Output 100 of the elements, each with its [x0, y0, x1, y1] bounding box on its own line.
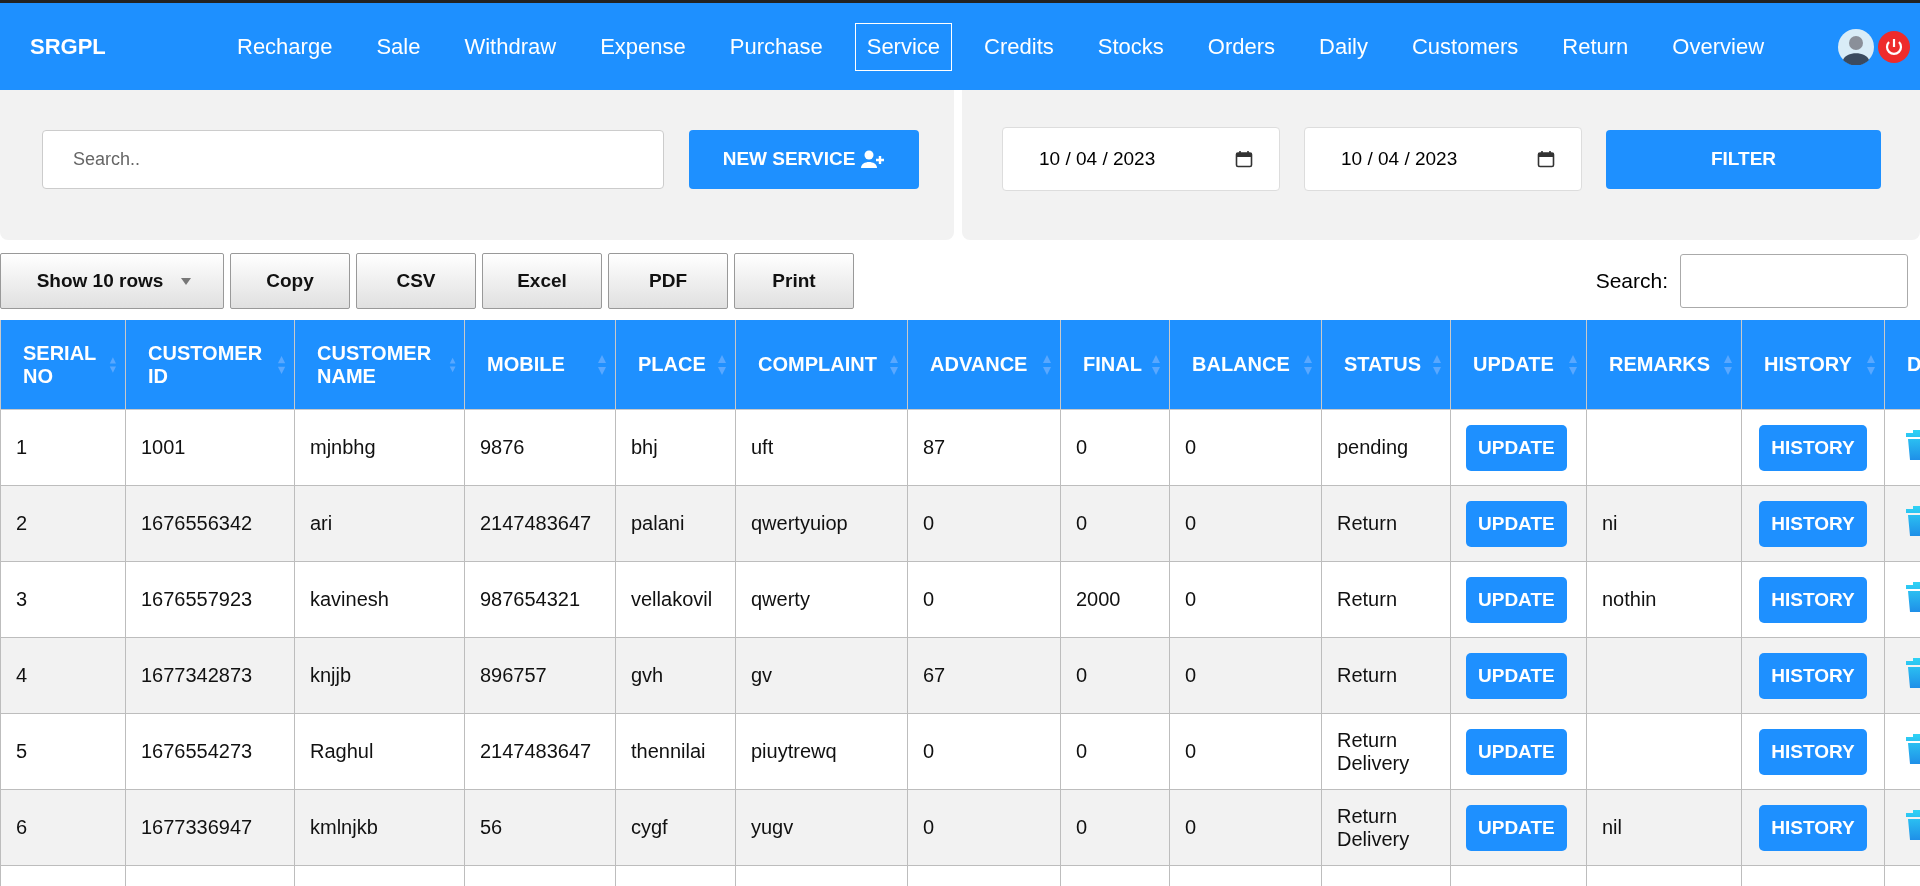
table-cell: 3 [0, 561, 126, 638]
nav-link[interactable]: Credits [972, 22, 1066, 71]
table-cell: Return [1321, 485, 1451, 562]
table-cell: palani [615, 485, 736, 562]
column-header[interactable]: REMARKS [1609, 353, 1711, 376]
table-cell: 1677336947 [125, 789, 295, 866]
nav-link[interactable]: Customers [1399, 22, 1531, 71]
table-cell: Return Delivery [1321, 789, 1451, 866]
table-cell: ari [294, 485, 465, 562]
export-button[interactable]: CSV [356, 253, 476, 309]
column-header[interactable]: MOBILE [487, 353, 565, 376]
table-cell: 4 [0, 637, 126, 714]
nav-link[interactable]: Recharge [225, 22, 345, 71]
table-cell: qwertyuiop [735, 485, 908, 562]
update-button[interactable]: UPDATE [1466, 500, 1567, 547]
table-cell: thennilai [615, 713, 736, 790]
nav-link[interactable]: Service [854, 22, 953, 71]
search-field[interactable]: Search.. [42, 129, 664, 189]
nav-link[interactable]: Overview [1660, 22, 1777, 71]
nav-link[interactable]: Expense [588, 22, 698, 71]
new-service-button[interactable]: NEW SERVICE [689, 129, 919, 189]
history-button[interactable]: HISTORY [1759, 804, 1867, 851]
date-field[interactable]: 10 / 04 / 2023 [1304, 127, 1582, 191]
history-button[interactable]: HISTORY [1759, 652, 1867, 699]
sort-icon[interactable] [1432, 353, 1442, 376]
user-plus-icon [861, 150, 886, 168]
sort-icon[interactable] [597, 353, 607, 376]
history-button[interactable]: HISTORY [1759, 728, 1867, 775]
update-button[interactable]: UPDATE [1466, 728, 1567, 775]
table-cell: 0 [907, 561, 1061, 638]
column-header[interactable]: BALANCE [1192, 353, 1290, 376]
calendar-icon[interactable] [1537, 150, 1555, 168]
history-button[interactable]: HISTORY [1759, 424, 1867, 471]
table-cell: qwerty [735, 561, 908, 638]
avatar-icon[interactable] [1838, 28, 1874, 65]
table-cell: 87 [907, 409, 1061, 486]
nav-link[interactable]: Sale [364, 22, 433, 71]
export-button[interactable]: Print [734, 253, 854, 309]
nav-link[interactable]: Return [1550, 22, 1641, 71]
table-cell: 0 [907, 713, 1061, 790]
sort-icon[interactable] [276, 353, 286, 376]
filter-button[interactable]: FILTER [1606, 129, 1881, 189]
table-cell: Return [1321, 561, 1451, 638]
column-header[interactable]: FINAL [1083, 353, 1142, 376]
table-cell: 0 [1060, 789, 1170, 866]
table-cell: piuytrewq [735, 713, 908, 790]
column-header[interactable]: PLACE [638, 353, 706, 376]
power-icon[interactable] [1878, 30, 1910, 63]
sort-icon[interactable] [717, 353, 727, 376]
table-cell: uft [735, 409, 908, 486]
table-cell: 0 [1060, 485, 1170, 562]
column-header[interactable]: STATUS [1344, 353, 1422, 376]
sort-icon[interactable] [889, 353, 899, 376]
table-cell: 0 [1169, 713, 1322, 790]
table-cell: 1676557923 [125, 561, 295, 638]
update-button[interactable]: UPDATE [1466, 804, 1567, 851]
update-button[interactable]: UPDATE [1466, 652, 1567, 699]
calendar-icon[interactable] [1235, 150, 1253, 168]
sort-icon[interactable] [1151, 353, 1161, 376]
sort-icon[interactable] [1303, 353, 1313, 376]
table-cell: 0 [1169, 409, 1322, 486]
column-header[interactable]: ADVANCE [930, 353, 1028, 376]
update-button[interactable]: UPDATE [1466, 424, 1567, 471]
update-button[interactable]: UPDATE [1466, 576, 1567, 623]
brand-logo[interactable]: SRGPL [30, 33, 215, 60]
export-button[interactable]: Copy [230, 253, 350, 309]
table-cell: 5 [0, 713, 126, 790]
sort-icon[interactable] [1042, 353, 1052, 376]
sort-icon[interactable] [1866, 353, 1876, 376]
date-field[interactable]: 10 / 04 / 2023 [1002, 127, 1280, 191]
table-cell: 0 [1060, 637, 1170, 714]
search-field[interactable] [1680, 254, 1908, 308]
nav-link[interactable]: Orders [1195, 22, 1288, 71]
column-header[interactable]: HISTORY [1764, 353, 1852, 376]
table-cell: Return Delivery [1321, 713, 1451, 790]
table-cell: knjjb [294, 637, 465, 714]
nav-link[interactable]: Daily [1307, 22, 1380, 71]
rows-dropdown[interactable]: Show 10 rows [0, 253, 224, 309]
column-header[interactable]: COMPLAINT [758, 353, 877, 376]
table-cell: 0 [1060, 409, 1170, 486]
export-button[interactable]: PDF [608, 253, 728, 309]
table-cell: nil [1586, 789, 1742, 866]
history-button[interactable]: HISTORY [1759, 576, 1867, 623]
table-cell: 1676556342 [125, 485, 295, 562]
column-header[interactable]: UPDATE [1473, 353, 1554, 376]
caret-icon [181, 277, 192, 285]
nav-link[interactable]: Stocks [1085, 22, 1176, 71]
table-cell: bhj [615, 409, 736, 486]
sort-icon[interactable] [1568, 353, 1578, 376]
table-cell: 1676554273 [125, 713, 295, 790]
nav-link[interactable]: Withdraw [452, 22, 569, 71]
table-cell: kavinesh [294, 561, 465, 638]
nav-link[interactable]: Purchase [717, 22, 835, 71]
sort-icon[interactable] [1723, 353, 1733, 376]
table-cell: 1001 [125, 409, 295, 486]
table-cell: 987654321 [464, 561, 616, 638]
table-cell: 0 [1169, 561, 1322, 638]
history-button[interactable]: HISTORY [1759, 500, 1867, 547]
column-header[interactable]: D [1907, 353, 1920, 376]
export-button[interactable]: Excel [482, 253, 602, 309]
